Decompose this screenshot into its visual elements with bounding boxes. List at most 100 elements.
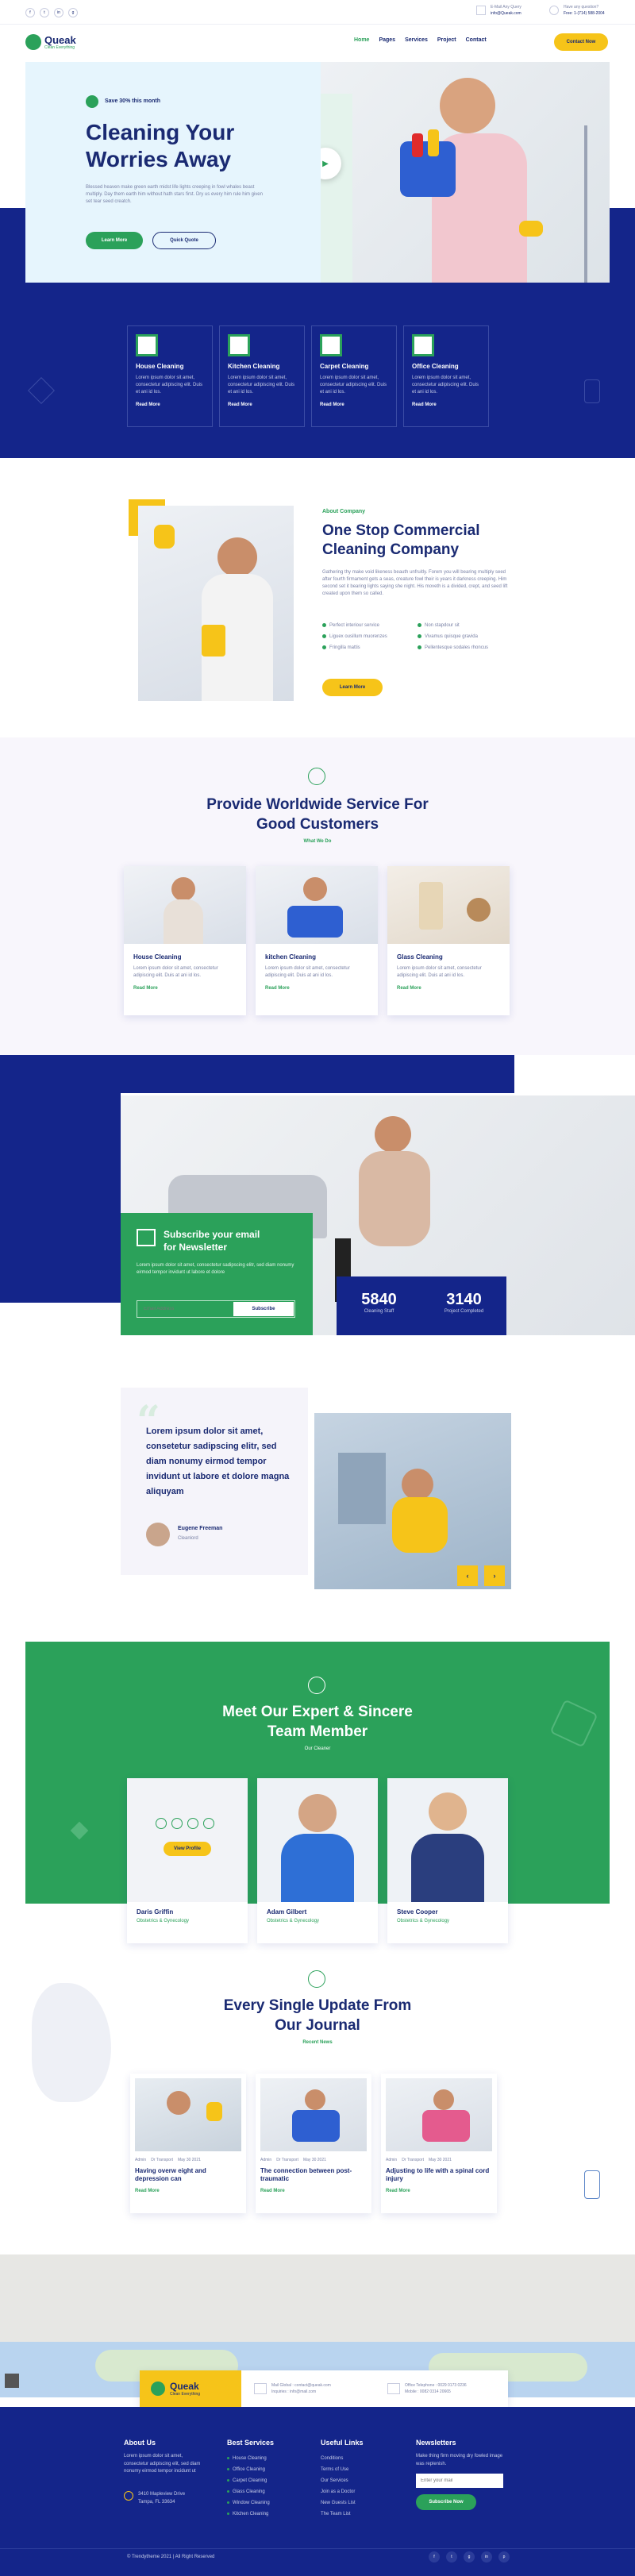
member-role: Obstetrics & Gynecology bbox=[137, 1919, 190, 1923]
footer-service-link[interactable]: Window Cleaning bbox=[227, 2497, 270, 2509]
linkedin-icon[interactable] bbox=[187, 1818, 198, 1829]
journal-posts: Admin Dr Transport May 30 2021 Having ov… bbox=[130, 2074, 497, 2213]
badge-icon bbox=[86, 95, 98, 108]
service-card[interactable]: Office Cleaning Lorem ipsum dolor sit am… bbox=[403, 325, 489, 427]
oven-shape bbox=[338, 1453, 386, 1524]
read-more-link[interactable]: Read More bbox=[135, 2189, 241, 2193]
nav-project[interactable]: Project bbox=[437, 37, 456, 43]
journal-title-2: Our Journal bbox=[275, 2017, 360, 2034]
footer-service-link[interactable]: Glass Cleaning bbox=[227, 2486, 270, 2497]
facebook-icon[interactable] bbox=[156, 1818, 167, 1829]
contact-logo-text[interactable]: Queak bbox=[170, 2381, 200, 2392]
service-title: Office Cleaning bbox=[412, 363, 459, 370]
journal-post[interactable]: Admin Dr Transport May 30 2021 The conne… bbox=[256, 2074, 371, 2213]
google-icon[interactable]: g bbox=[464, 2551, 475, 2563]
envelope-icon bbox=[137, 1229, 156, 1246]
service-card[interactable]: House Cleaning Lorem ipsum dolor sit ame… bbox=[127, 325, 213, 427]
quick-quote-button[interactable]: Quick Quote bbox=[152, 232, 216, 249]
footer-link[interactable]: Terms of Use bbox=[321, 2464, 356, 2475]
footer-service-link[interactable]: Carpet Cleaning bbox=[227, 2475, 270, 2486]
google-icon[interactable] bbox=[203, 1818, 214, 1829]
card-title: Glass Cleaning bbox=[397, 953, 443, 961]
contact-mail-line[interactable]: Inquiries : info@mail.com bbox=[271, 2389, 331, 2395]
prev-arrow-icon[interactable]: ‹ bbox=[457, 1565, 478, 1586]
service-card[interactable]: Kitchen Cleaning Lorem ipsum dolor sit a… bbox=[219, 325, 305, 427]
team-card[interactable]: View Profile Daris Griffin Obstetrics & … bbox=[127, 1778, 248, 1943]
feature-item: Pellentesque sodales rhoncus bbox=[418, 645, 513, 650]
subscribe-now-button[interactable]: Subscribe Now bbox=[416, 2494, 476, 2510]
footer-service-link[interactable]: House Cleaning bbox=[227, 2453, 270, 2464]
footer-service-link[interactable]: Office Cleaning bbox=[227, 2464, 270, 2475]
footer-link[interactable]: Join as a Doctor bbox=[321, 2486, 356, 2497]
google-icon[interactable]: g bbox=[68, 8, 78, 17]
star-decoration-icon bbox=[70, 1821, 89, 1840]
mail-icon bbox=[476, 6, 486, 15]
about-title-1: One Stop Commercial bbox=[322, 522, 480, 539]
team-card[interactable]: Steve Cooper Obstetrics & Gynecology bbox=[387, 1778, 508, 1943]
stat-item: 5840 Cleaning Staff bbox=[337, 1276, 421, 1335]
testimonial-name: Eugene Freeman bbox=[178, 1526, 223, 1531]
nav-home[interactable]: Home bbox=[354, 37, 369, 43]
worldwide-eyebrow: What We Do bbox=[303, 839, 332, 844]
contact-phone-line[interactable]: Office Telephone : 0029 0173 0236 bbox=[405, 2382, 467, 2389]
call-value[interactable]: Free: 1-(714) 588-2004 bbox=[564, 11, 605, 17]
facebook-icon[interactable]: f bbox=[429, 2551, 440, 2563]
logo-text[interactable]: Queak bbox=[44, 34, 76, 46]
read-more-link[interactable]: Read More bbox=[228, 402, 296, 407]
journal-post[interactable]: Admin Dr Transport May 30 2021 Adjusting… bbox=[381, 2074, 497, 2213]
footer-link[interactable]: Our Services bbox=[321, 2475, 356, 2486]
sparkle-icon bbox=[308, 1970, 325, 1988]
woman-head bbox=[402, 1469, 433, 1500]
read-more-link[interactable]: Read More bbox=[133, 986, 237, 991]
worldwide-card[interactable]: Glass Cleaning Lorem ipsum dolor sit ame… bbox=[387, 866, 510, 1015]
read-more-link[interactable]: Read More bbox=[265, 986, 368, 991]
about-learn-more-button[interactable]: Learn More bbox=[322, 679, 383, 696]
contact-mail-line[interactable]: Mail Global : contact@queak.com bbox=[271, 2382, 331, 2389]
service-card[interactable]: Carpet Cleaning Lorem ipsum dolor sit am… bbox=[311, 325, 397, 427]
read-more-link[interactable]: Read More bbox=[386, 2189, 492, 2193]
post-title[interactable]: Adjusting to life with a spinal cord inj… bbox=[386, 2167, 492, 2184]
subscribe-button[interactable]: Subscribe bbox=[233, 1302, 294, 1316]
footer-link[interactable]: New Guests List bbox=[321, 2497, 356, 2509]
facebook-icon[interactable]: f bbox=[25, 8, 35, 17]
email-label: E-Mail Any Query bbox=[491, 5, 521, 10]
next-arrow-icon[interactable]: › bbox=[484, 1565, 505, 1586]
house-icon bbox=[136, 334, 158, 356]
twitter-icon[interactable]: t bbox=[446, 2551, 457, 2563]
nav-pages[interactable]: Pages bbox=[379, 37, 395, 43]
testimonial-quote: Lorem ipsum dolor sit amet, consetetur s… bbox=[146, 1427, 290, 1496]
post-title[interactable]: Having overw eight and depression can bbox=[135, 2167, 241, 2184]
read-more-link[interactable]: Read More bbox=[397, 986, 500, 991]
learn-more-button[interactable]: Learn More bbox=[86, 232, 143, 249]
newsletter-email-input[interactable] bbox=[137, 1301, 233, 1317]
office-icon bbox=[412, 334, 434, 356]
email-value[interactable]: info@Queak.com bbox=[491, 11, 521, 17]
footer-link[interactable]: Conditions bbox=[321, 2453, 356, 2464]
linkedin-icon[interactable]: in bbox=[481, 2551, 492, 2563]
worldwide-card[interactable]: kitchen Cleaning Lorem ipsum dolor sit a… bbox=[256, 866, 378, 1015]
footer-service-link[interactable]: Kitchen Cleaning bbox=[227, 2509, 270, 2520]
twitter-icon[interactable]: t bbox=[40, 8, 49, 17]
footer-news-input[interactable] bbox=[416, 2474, 503, 2488]
view-profile-button[interactable]: View Profile bbox=[164, 1842, 211, 1856]
read-more-link[interactable]: Read More bbox=[136, 402, 204, 407]
pinterest-icon[interactable]: p bbox=[498, 2551, 510, 2563]
contact-phone: Office Telephone : 0029 0173 0236 Mobile… bbox=[387, 2382, 467, 2395]
read-more-link[interactable]: Read More bbox=[320, 402, 388, 407]
nav-contact[interactable]: Contact bbox=[466, 37, 487, 43]
nav-services[interactable]: Services bbox=[405, 37, 428, 43]
footer-link[interactable]: The Team List bbox=[321, 2509, 356, 2520]
team-card[interactable]: Adam Gilbert Obstetrics & Gynecology bbox=[257, 1778, 378, 1943]
contact-phone-line[interactable]: Mobile : 0082 0314 20665 bbox=[405, 2389, 467, 2395]
worldwide-card[interactable]: House Cleaning Lorem ipsum dolor sit ame… bbox=[124, 866, 246, 1015]
worldwide-title-1: Provide Worldwide Service For bbox=[206, 796, 429, 813]
journal-post[interactable]: Admin Dr Transport May 30 2021 Having ov… bbox=[130, 2074, 246, 2213]
contact-now-button[interactable]: Contact Now bbox=[554, 33, 608, 51]
sparkle-icon bbox=[308, 1677, 325, 1694]
post-title[interactable]: The connection between post-traumatic bbox=[260, 2167, 367, 2184]
linkedin-icon[interactable]: in bbox=[54, 8, 64, 17]
map-zoom-icon[interactable] bbox=[5, 2374, 19, 2388]
read-more-link[interactable]: Read More bbox=[412, 402, 480, 407]
read-more-link[interactable]: Read More bbox=[260, 2189, 367, 2193]
twitter-icon[interactable] bbox=[171, 1818, 183, 1829]
